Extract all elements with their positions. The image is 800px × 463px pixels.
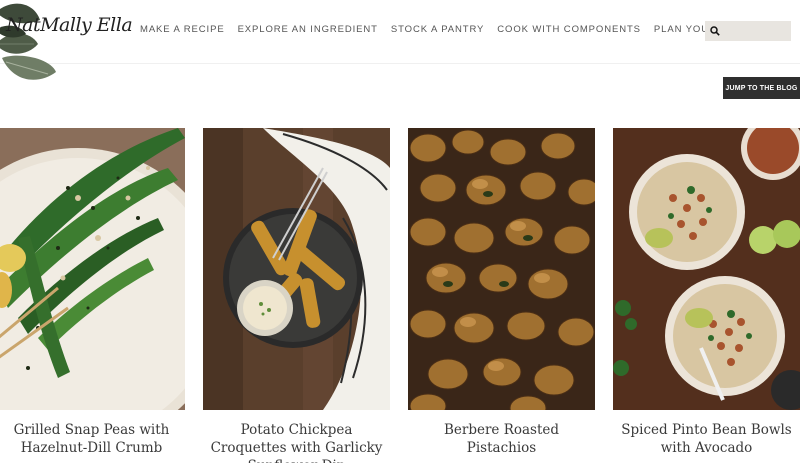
site-header: NatMally Ella MAKE A RECIPE EXPLORE AN I… (0, 0, 800, 80)
nav-item-explore-an-ingredient[interactable]: EXPLORE AN INGREDIENT (238, 24, 378, 35)
search-input[interactable] (723, 22, 789, 40)
recipe-card[interactable]: Spiced Pinto Bean Bowls with Avocado (613, 128, 800, 457)
snap-peas-photo[interactable] (0, 128, 185, 410)
recipe-title[interactable]: Berbere Roasted Pistachios (408, 421, 595, 457)
recipe-title[interactable]: Spiced Pinto Bean Bowls with Avocado (613, 421, 800, 457)
recipe-title[interactable]: Grilled Snap Peas with Hazelnut-Dill Cru… (0, 421, 185, 457)
main-nav: MAKE A RECIPE EXPLORE AN INGREDIENT STOC… (140, 24, 757, 35)
logo-text: NatMally Ella (6, 14, 133, 36)
search-box[interactable] (705, 21, 791, 41)
recipe-card[interactable]: Potato Chickpea Croquettes with Garlicky… (203, 128, 390, 463)
pinto-bowls-photo[interactable] (613, 128, 800, 410)
recipe-card[interactable]: Grilled Snap Peas with Hazelnut-Dill Cru… (0, 128, 185, 457)
pistachios-photo[interactable] (408, 128, 595, 410)
nav-item-stock-a-pantry[interactable]: STOCK A PANTRY (391, 24, 484, 35)
jump-to-blog-button[interactable]: JUMP TO THE BLOG (723, 77, 800, 99)
recipe-card[interactable]: Berbere Roasted Pistachios (408, 128, 595, 457)
site-logo[interactable]: NatMally Ella (0, 0, 133, 88)
croquettes-photo[interactable] (203, 128, 390, 410)
nav-item-cook-with-components[interactable]: COOK WITH COMPONENTS (497, 24, 641, 35)
search-icon[interactable] (710, 26, 720, 36)
nav-item-make-a-recipe[interactable]: MAKE A RECIPE (140, 24, 225, 35)
recipe-title[interactable]: Potato Chickpea Croquettes with Garlicky… (203, 421, 390, 463)
